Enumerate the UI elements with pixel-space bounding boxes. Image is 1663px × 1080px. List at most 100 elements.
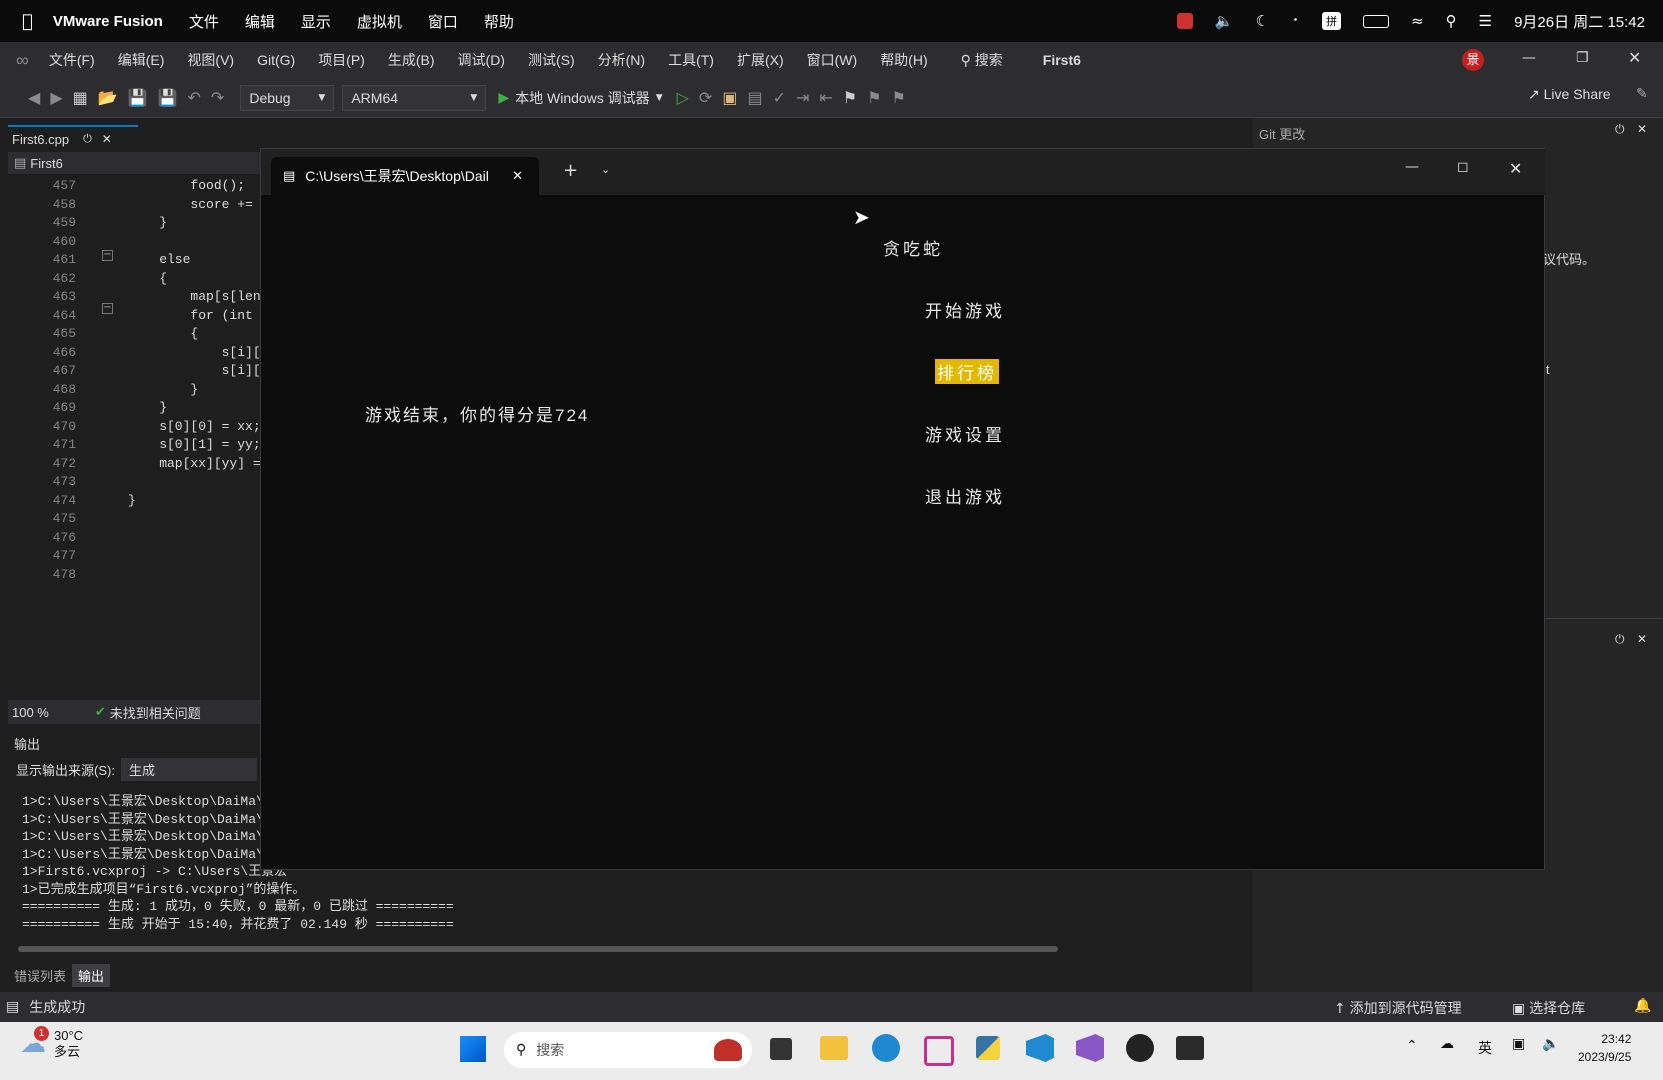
close-icon[interactable]: ✕ <box>1509 159 1522 178</box>
tab-output[interactable]: 输出 <box>72 963 111 987</box>
terminal-app-icon[interactable] <box>1176 1036 1204 1060</box>
network-icon[interactable]: ▣ <box>1512 1036 1525 1052</box>
ime-indicator[interactable]: 英 <box>1478 1038 1492 1058</box>
mac-menu-file[interactable]: 文件 <box>189 11 219 32</box>
undo-icon[interactable]: ↶ <box>188 88 201 107</box>
menu-start-game[interactable]: 开始游戏 <box>925 297 1005 322</box>
vs-menu-project[interactable]: 项目(P) <box>318 50 365 70</box>
new-item-icon[interactable]: ▦ <box>73 88 88 107</box>
vscode-icon[interactable] <box>1026 1034 1054 1062</box>
bluetooth-icon[interactable]: ᛫ <box>1291 12 1300 30</box>
vs-menu-view[interactable]: 视图(V) <box>187 50 234 70</box>
maximize-icon[interactable]: ◻ <box>1457 159 1469 175</box>
code-editor[interactable]: 457 food(); 458 score += 2 459 } 460 461 els… <box>8 174 268 692</box>
mac-menu-view[interactable]: 显示 <box>301 11 331 32</box>
menu-leaderboard[interactable]: 排行榜 <box>935 359 999 384</box>
wifi-icon[interactable]: ≈ <box>1411 12 1424 30</box>
code-line[interactable]: s[i][1 <box>128 363 269 378</box>
code-line[interactable]: else <box>128 252 190 267</box>
code-line[interactable]: } <box>128 382 198 397</box>
pin-icon[interactable]: ⏻ <box>1615 122 1625 137</box>
visual-studio-icon[interactable] <box>1076 1034 1104 1062</box>
pin-icon[interactable]: ⏻ <box>83 132 92 146</box>
code-line[interactable]: } <box>128 215 167 230</box>
code-line[interactable]: s[0][1] = yy; <box>128 437 260 452</box>
bookmark-next-icon[interactable]: ⚑ <box>891 88 905 107</box>
zoom-level[interactable]: 100 % <box>12 705 49 720</box>
platform-select[interactable]: ARM64 ▼ <box>342 84 487 111</box>
vs-menu-window[interactable]: 窗口(W) <box>807 50 858 70</box>
add-source-control[interactable]: ↑ 添加到源代码管理 <box>1334 998 1462 1018</box>
user-badge[interactable]: 景 <box>1462 49 1484 71</box>
mac-menu-edit[interactable]: 编辑 <box>245 11 275 32</box>
select-repo[interactable]: ▣ 选择仓库 <box>1512 998 1585 1018</box>
chevron-up-icon[interactable]: ⌃ <box>1406 1038 1418 1054</box>
pin-icon[interactable]: ⏻ <box>1615 632 1625 647</box>
tab-error-list[interactable]: 错误列表 <box>8 964 72 987</box>
input-method-icon[interactable]: 拼 <box>1322 12 1342 30</box>
apple-icon[interactable]:  <box>22 11 33 32</box>
taskbar-clock[interactable]: 23:42 2023/9/25 <box>1578 1030 1631 1066</box>
vs-menu-git[interactable]: Git(G) <box>257 52 295 68</box>
new-tab-icon[interactable]: + <box>563 160 578 181</box>
code-line[interactable]: s[i][0 <box>128 345 269 360</box>
vs-menu-test[interactable]: 测试(S) <box>528 50 575 70</box>
edge-icon[interactable] <box>872 1034 900 1062</box>
terminal-window[interactable]: ▤ C:\Users\王景宏\Desktop\Dail ✕ + ⌄ — ◻ ✕ … <box>260 148 1546 870</box>
snipping-tool-icon[interactable] <box>924 1036 954 1066</box>
save-icon[interactable]: 💾 <box>128 88 148 107</box>
output-scrollbar[interactable] <box>18 946 1058 952</box>
task-view-icon[interactable] <box>770 1038 792 1060</box>
bookmark-prev-icon[interactable]: ⚑ <box>867 88 881 107</box>
minimize-icon[interactable]: — <box>1405 159 1419 175</box>
vs-search-box[interactable]: ⚲ 搜索 <box>961 50 1003 70</box>
code-line[interactable]: map[xx][yy] = <box>128 456 260 471</box>
code-line[interactable]: { <box>128 326 198 341</box>
menu-game-settings[interactable]: 游戏设置 <box>925 421 1005 446</box>
bell-icon[interactable]: 🔔 <box>1634 998 1651 1014</box>
code-line[interactable]: score += 2 <box>128 197 268 212</box>
config-select[interactable]: Debug ▼ <box>240 84 335 111</box>
avatar[interactable] <box>1126 1034 1154 1062</box>
bookmark-icon[interactable]: ⚑ <box>843 88 857 107</box>
battery-icon[interactable] <box>1363 14 1390 28</box>
mac-clock[interactable]: 9月26日 周二 15:42 <box>1514 11 1645 32</box>
hot-reload-icon[interactable]: ⟳ <box>699 88 712 107</box>
close-icon[interactable]: ✕ <box>1628 48 1641 67</box>
vmware-status-icon[interactable] <box>1176 13 1193 29</box>
vs-menu-extensions[interactable]: 扩展(X) <box>737 50 784 70</box>
vs-menu-debug[interactable]: 调试(D) <box>458 50 505 70</box>
open-folder-icon[interactable]: 📂 <box>98 88 118 107</box>
browse-icon[interactable]: ▣ <box>722 88 737 107</box>
vs-menu-file[interactable]: 文件(F) <box>49 50 95 70</box>
taskbar-search[interactable]: ⚲ 搜索 <box>504 1032 752 1068</box>
mac-menu-vm[interactable]: 虚拟机 <box>357 11 402 32</box>
live-share-button[interactable]: ↗ Live Share <box>1528 86 1611 103</box>
layout-icon[interactable]: ▤ <box>747 88 762 107</box>
code-line[interactable]: s[0][0] = xx; <box>128 419 260 434</box>
collapse-icon[interactable]: − <box>102 250 113 261</box>
vs-menu-edit[interactable]: 编辑(E) <box>118 50 165 70</box>
code-line[interactable]: { <box>128 271 167 286</box>
forward-icon[interactable]: ▶ <box>50 88 62 107</box>
weather-widget[interactable]: ☁ 1 30°C 多云 <box>20 1026 83 1060</box>
minimize-icon[interactable]: — <box>1522 50 1536 66</box>
menu-exit-game[interactable]: 退出游戏 <box>925 483 1005 508</box>
mac-app-name[interactable]: VMware Fusion <box>53 13 163 30</box>
control-center-icon[interactable]: ☰ <box>1479 12 1492 30</box>
vs-menu-build[interactable]: 生成(B) <box>388 50 435 70</box>
save-all-icon[interactable]: 💾 <box>158 88 178 107</box>
output-source-select[interactable]: 生成 <box>120 758 257 781</box>
close-icon[interactable]: ✕ <box>1637 122 1647 136</box>
close-icon[interactable]: ✕ <box>1637 632 1647 646</box>
start-icon[interactable] <box>460 1036 486 1062</box>
close-tab-icon[interactable]: ✕ <box>102 132 112 146</box>
mac-menu-help[interactable]: 帮助 <box>484 11 514 32</box>
volume-icon[interactable]: 🔈 <box>1215 12 1234 30</box>
run-button[interactable]: ▶ 本地 Windows 调试器 ▼ <box>498 88 662 108</box>
start-without-debug-icon[interactable]: ▷ <box>677 88 689 107</box>
moon-icon[interactable]: ☾ <box>1256 12 1269 30</box>
restore-icon[interactable]: ❐ <box>1576 50 1589 66</box>
back-icon[interactable]: ◀ <box>28 88 40 107</box>
vs-menu-tools[interactable]: 工具(T) <box>668 50 714 70</box>
